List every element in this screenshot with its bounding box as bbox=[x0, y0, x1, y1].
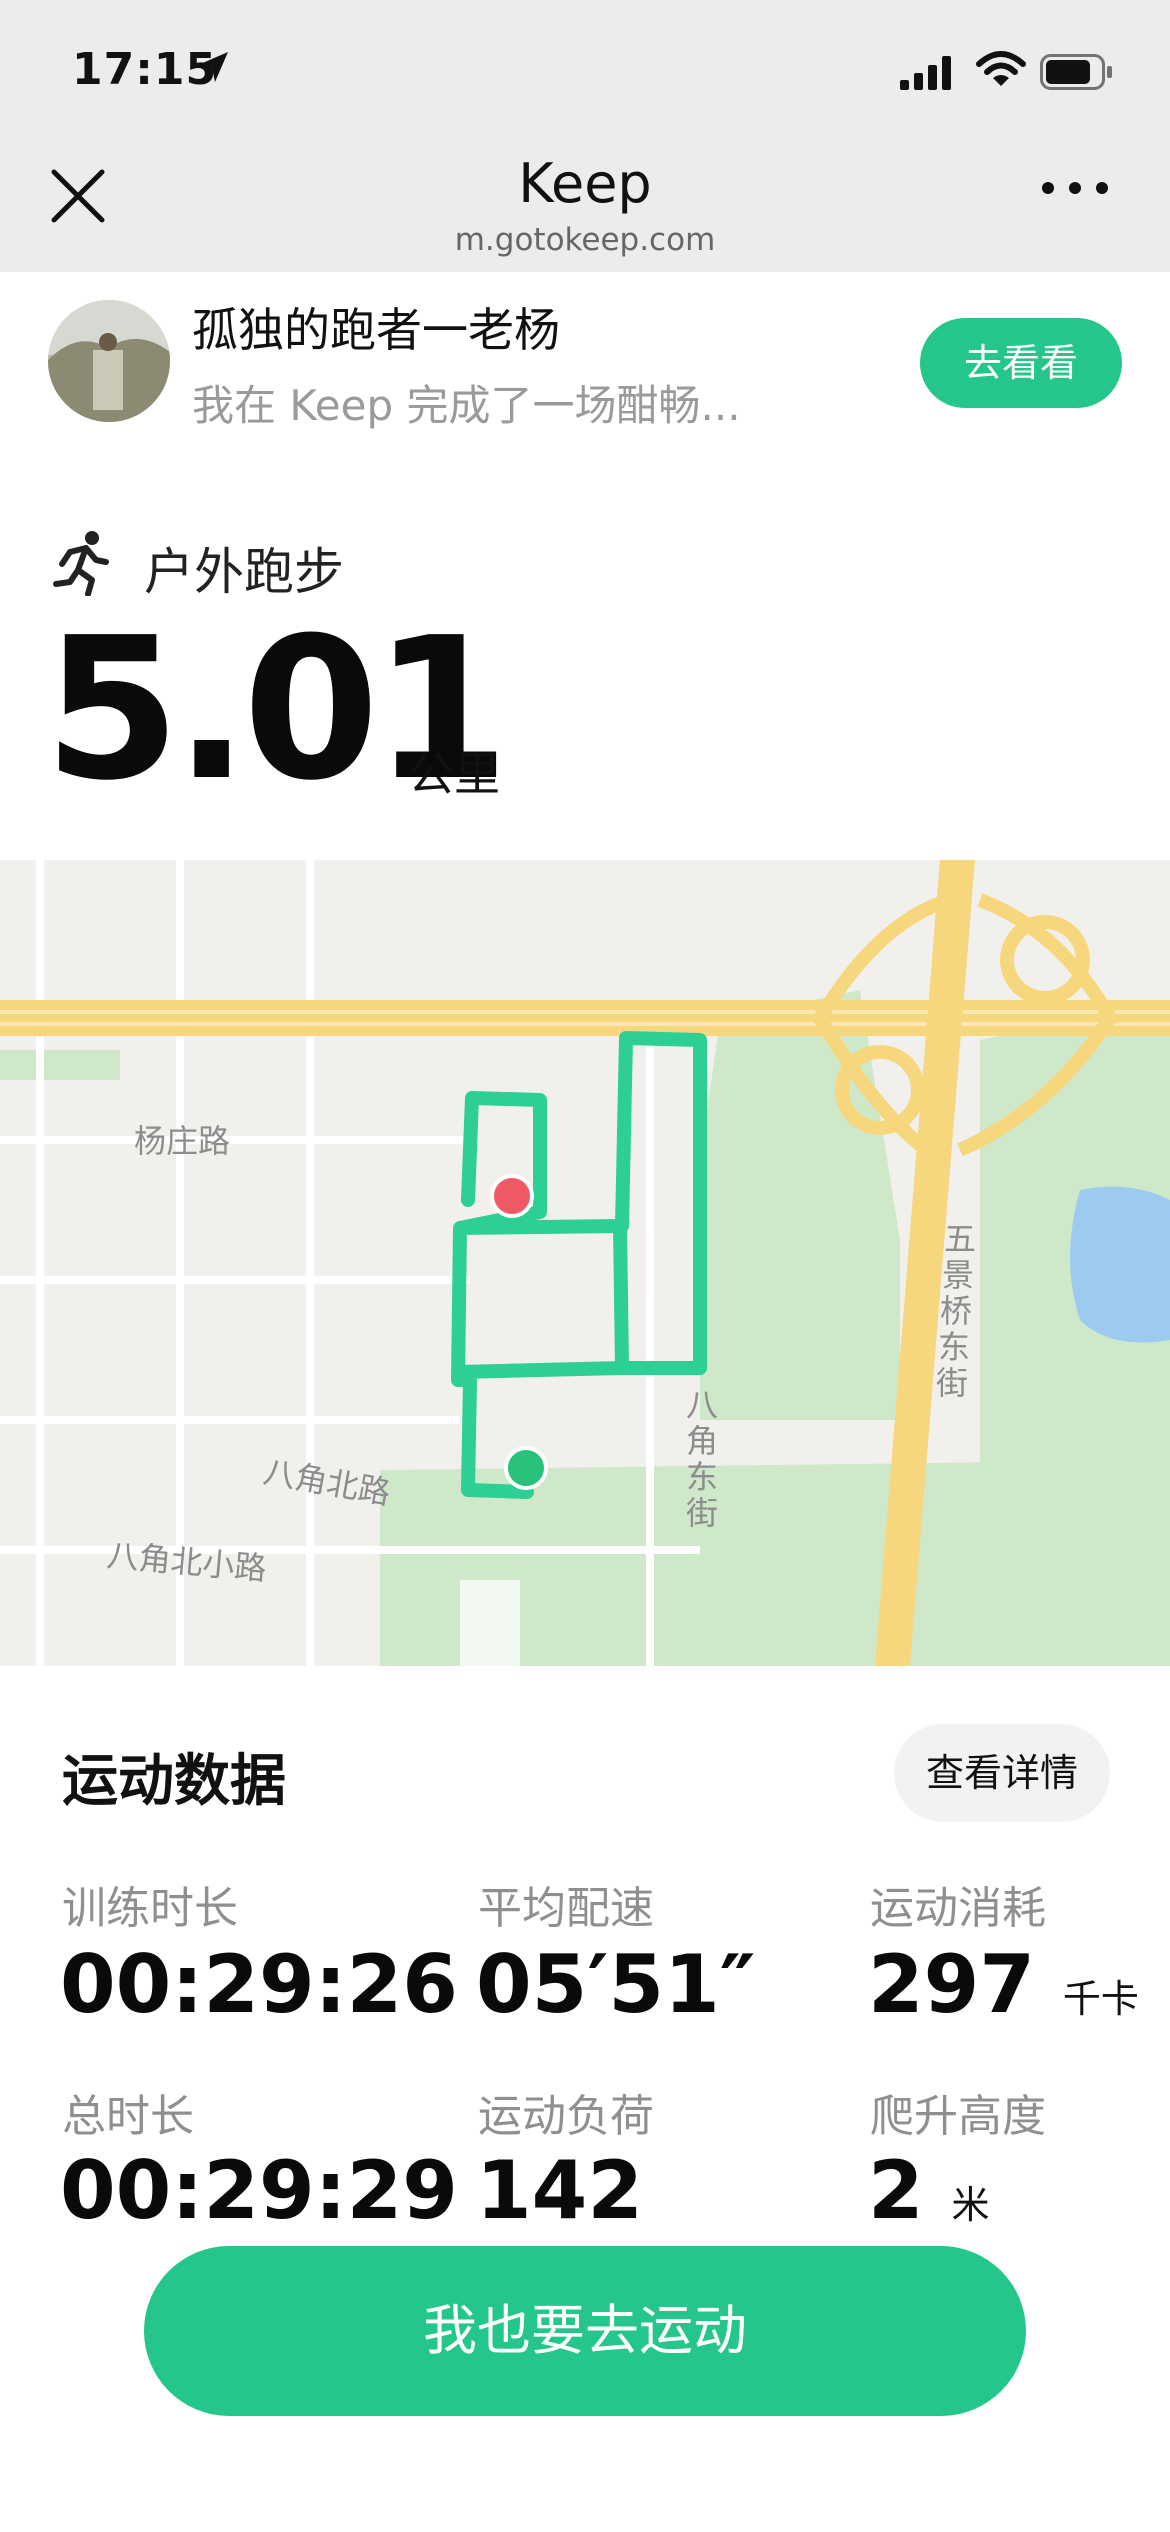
road-label-char: 桥 bbox=[940, 1292, 972, 1330]
user-name: 孤独的跑者一老杨 bbox=[192, 303, 560, 357]
road-label-char: 东 bbox=[938, 1328, 970, 1366]
route-map[interactable]: 杨庄路 八角北路 八角北小路 八角东街 五景桥东街 bbox=[0, 860, 1170, 1666]
location-arrow-icon bbox=[196, 50, 230, 88]
battery-icon bbox=[1040, 54, 1114, 94]
distance-unit: 公里 bbox=[408, 747, 500, 801]
road-label-char: 东 bbox=[686, 1458, 718, 1496]
page-title: Keep bbox=[518, 152, 652, 215]
stat-label: 爬升高度 bbox=[870, 2091, 1046, 2142]
more-dots-icon bbox=[1042, 182, 1108, 194]
stat-label: 总时长 bbox=[62, 2091, 194, 2142]
road-label-char: 街 bbox=[936, 1364, 968, 1402]
map-park-area bbox=[0, 1050, 120, 1080]
stat-label: 平均配速 bbox=[478, 1883, 654, 1934]
map-lake bbox=[1070, 1186, 1170, 1343]
cellular-signal-icon bbox=[900, 56, 956, 94]
road-label-char: 角 bbox=[686, 1422, 718, 1460]
road-label-char: 八 bbox=[686, 1386, 718, 1424]
go-see-button[interactable]: 去看看 bbox=[920, 318, 1122, 408]
stat-label: 运动负荷 bbox=[478, 2091, 654, 2142]
page-url: m.gotokeep.com bbox=[454, 222, 716, 258]
stat-value: 00:29:26 bbox=[60, 1938, 458, 2031]
map-building bbox=[460, 1580, 520, 1666]
activity-type: 户外跑步 bbox=[144, 543, 344, 601]
stat-label: 运动消耗 bbox=[870, 1883, 1046, 1934]
more-options-button[interactable] bbox=[1040, 178, 1130, 238]
avatar[interactable] bbox=[48, 300, 170, 422]
section-title: 运动数据 bbox=[62, 1749, 286, 1814]
road-label-char: 景 bbox=[942, 1256, 974, 1294]
stat-value: 2 米 bbox=[868, 2144, 990, 2237]
road-label-char: 五 bbox=[944, 1220, 976, 1258]
stat-label: 训练时长 bbox=[62, 1883, 238, 1934]
stat-value: 297 千卡 bbox=[868, 1938, 1139, 2031]
stat-value: 142 bbox=[476, 2144, 643, 2237]
share-message: 我在 Keep 完成了一场酣畅... bbox=[192, 381, 741, 430]
start-exercise-button[interactable]: 我也要去运动 bbox=[144, 2246, 1026, 2416]
road-label: 杨庄路 bbox=[134, 1122, 230, 1160]
view-details-button[interactable]: 查看详情 bbox=[894, 1724, 1110, 1822]
route-start-marker bbox=[504, 1446, 548, 1490]
stat-value: 00:29:29 bbox=[60, 2144, 458, 2237]
road-label-vertical: 八角东街 bbox=[686, 1386, 718, 1532]
route-end-marker bbox=[490, 1174, 534, 1218]
stat-value: 05′51″ bbox=[476, 1938, 756, 2031]
running-icon bbox=[52, 530, 114, 600]
wifi-icon bbox=[976, 50, 1026, 94]
road-label-char: 街 bbox=[686, 1494, 718, 1532]
